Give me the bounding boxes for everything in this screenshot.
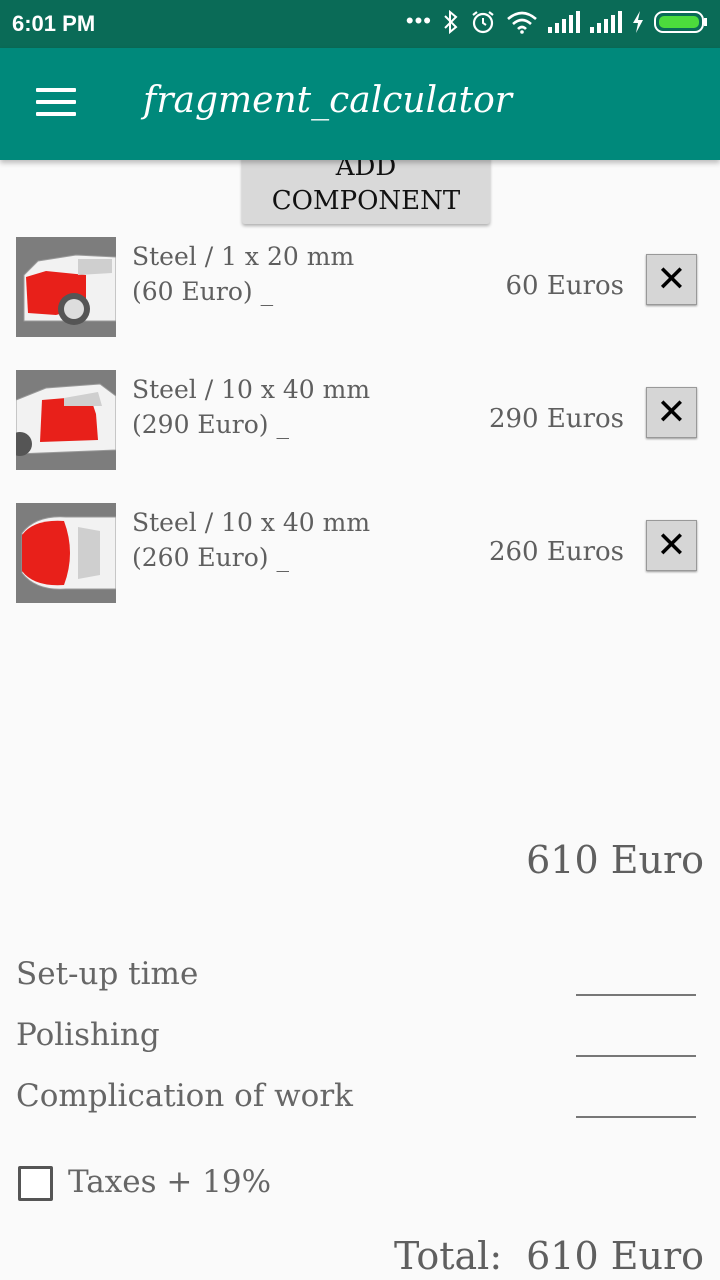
complication-input[interactable] [576, 1104, 696, 1118]
charging-icon [632, 10, 644, 38]
component-price: 60 Euros [505, 271, 625, 301]
total-label: Total: [393, 1234, 503, 1278]
polishing-input[interactable] [576, 1043, 696, 1057]
component-base-price: (290 Euro) _ [132, 410, 289, 439]
signal-icon-1 [548, 10, 580, 38]
polishing-row: Polishing [16, 1013, 696, 1063]
signal-icon-2 [590, 10, 622, 38]
component-description: Steel / 10 x 40 mm (260 Euro) _ [132, 505, 370, 575]
component-base-price: (60 Euro) _ [132, 277, 274, 306]
close-icon: ✕ [656, 391, 687, 433]
add-button-label-line2: COMPONENT [271, 186, 461, 216]
status-icons: ••• [405, 8, 708, 40]
car-rear-quarter-thumbnail [16, 237, 116, 337]
status-bar: 6:01 PM ••• [0, 0, 720, 48]
more-notifications-icon: ••• [405, 8, 432, 33]
component-material-size: Steel / 1 x 20 mm [132, 242, 355, 271]
component-price: 260 Euros [488, 537, 624, 567]
complication-row: Complication of work [16, 1074, 696, 1124]
taxes-label: Taxes + 19% [68, 1164, 272, 1200]
total-value: 610 Euro [526, 1234, 704, 1278]
complication-label: Complication of work [16, 1078, 353, 1114]
setup-time-label: Set-up time [16, 956, 199, 992]
component-base-price: (260 Euro) _ [132, 543, 289, 572]
component-price: 290 Euros [488, 404, 624, 434]
alarm-icon [470, 9, 496, 40]
hamburger-menu-icon[interactable] [36, 88, 76, 118]
car-front-door-thumbnail [16, 370, 116, 470]
status-time: 6:01 PM [12, 11, 96, 36]
app-bar: fragment_calculator [0, 48, 720, 160]
subtotal: 610 Euro [526, 838, 704, 882]
setup-time-row: Set-up time [16, 952, 696, 1002]
delete-component-button[interactable]: ✕ [646, 520, 697, 571]
close-icon: ✕ [656, 524, 687, 566]
component-description: Steel / 1 x 20 mm (60 Euro) _ [132, 239, 354, 309]
battery-icon [654, 10, 708, 39]
component-description: Steel / 10 x 40 mm (290 Euro) _ [132, 372, 370, 442]
delete-component-button[interactable]: ✕ [646, 387, 697, 438]
total-row: Total: 610 Euro [394, 1234, 704, 1278]
car-hood-thumbnail [16, 503, 116, 603]
wifi-icon [506, 10, 538, 39]
close-icon: ✕ [656, 258, 687, 300]
delete-component-button[interactable]: ✕ [646, 254, 697, 305]
setup-time-input[interactable] [576, 982, 696, 996]
polishing-label: Polishing [16, 1017, 160, 1053]
component-material-size: Steel / 10 x 40 mm [132, 508, 371, 537]
taxes-checkbox[interactable] [18, 1166, 53, 1201]
component-row: Steel / 10 x 40 mm (290 Euro) _ 290 Euro… [16, 370, 704, 470]
bluetooth-icon [442, 9, 460, 39]
component-material-size: Steel / 10 x 40 mm [132, 375, 371, 404]
component-row: Steel / 10 x 40 mm (260 Euro) _ 260 Euro… [16, 503, 704, 603]
component-row: Steel / 1 x 20 mm (60 Euro) _ 60 Euros ✕ [16, 237, 704, 337]
app-title: fragment_calculator [143, 80, 512, 121]
